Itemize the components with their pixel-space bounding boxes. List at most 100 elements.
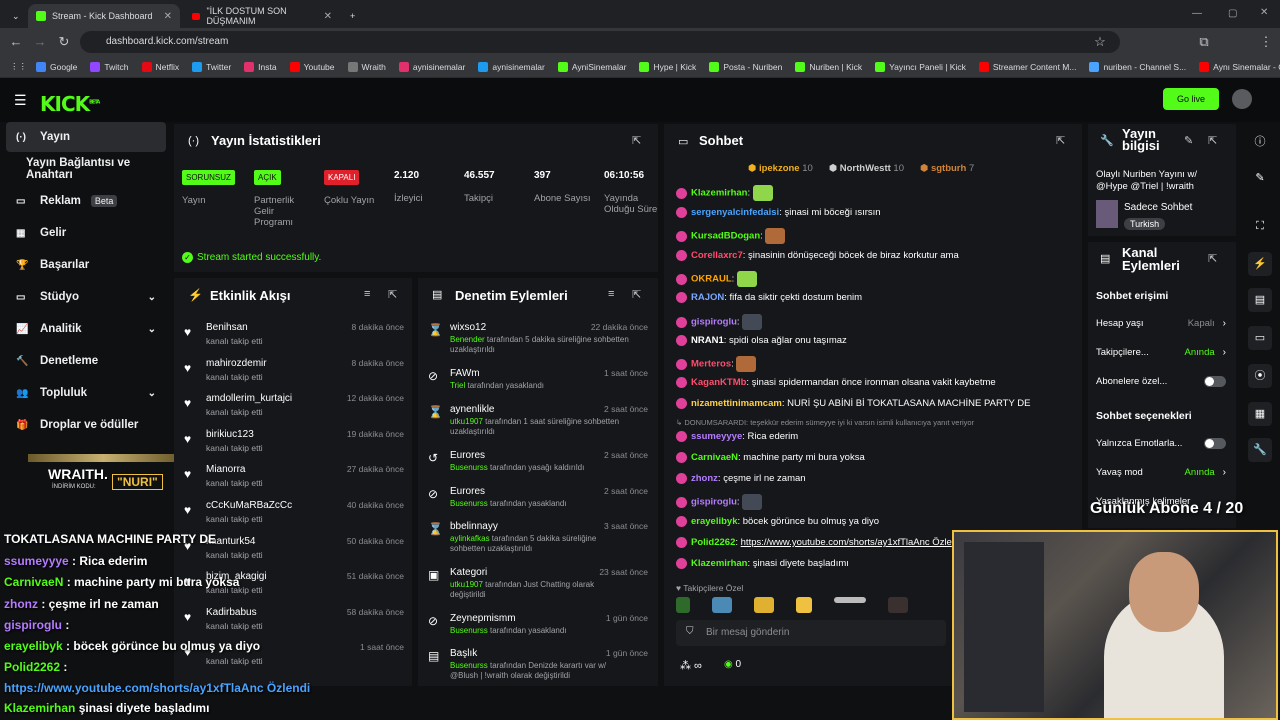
popout-icon[interactable]: ⇱ xyxy=(1208,134,1217,147)
edit-icon[interactable]: ✎ xyxy=(1184,134,1193,147)
chat-message[interactable]: erayelibyk: böcek görünce bu olmuş ya di… xyxy=(676,516,879,527)
popout-icon[interactable]: ⇱ xyxy=(388,288,397,301)
bookmark-item[interactable]: Posta - Nuriben xyxy=(709,61,782,72)
chat-username[interactable]: Klazemirhan xyxy=(691,558,748,569)
extensions-icon[interactable]: ⧉ xyxy=(1196,34,1212,50)
bookmark-item[interactable]: aynisinemalar xyxy=(398,61,465,72)
moderation-row[interactable]: ⊘ Zeynepmismm Busenurss tarafından yasakla… xyxy=(424,613,654,647)
emote-icon[interactable] xyxy=(888,597,908,613)
chat-message[interactable]: zhonz: çeşme irl ne zaman xyxy=(676,473,806,484)
bookmark-item[interactable]: Streamer Content M... xyxy=(978,61,1076,72)
top-gifter[interactable]: ⬢ NorthWestt 10 xyxy=(829,163,904,174)
moderation-row[interactable]: ⊘ Eurores Busenurss tarafından yasaklandı 2… xyxy=(424,486,654,520)
forward-icon[interactable]: → xyxy=(32,34,48,50)
toggle-switch[interactable] xyxy=(1204,376,1226,387)
chat-username[interactable]: RAJON xyxy=(691,292,724,303)
chat-message[interactable]: Klazemirhan: şinasi diyete başladımı xyxy=(676,558,849,569)
chat-username[interactable]: Corellaxrc7 xyxy=(691,250,743,261)
chat-reply-context[interactable]: ↳ DONUMSARARDI: teşekkür ederim sümeyye … xyxy=(676,418,974,427)
sidebar-item-3[interactable]: ▦ Gelir xyxy=(6,218,166,248)
sidebar-item-6[interactable]: 📈 Analitik ⌄ xyxy=(6,314,166,344)
toggle-switch[interactable] xyxy=(1204,438,1226,449)
chat-message[interactable]: sergenyalcinfedaisi: şinasi mi böceği ıs… xyxy=(676,207,881,218)
minimize-icon[interactable]: — xyxy=(1192,8,1202,19)
chat-username[interactable]: KursadBDogan xyxy=(691,231,760,242)
popout-icon[interactable]: ⇱ xyxy=(632,134,641,147)
bookmark-item[interactable]: Youtube xyxy=(289,61,335,72)
chat-message[interactable]: nizamettinimamcam: NURİ ŞU ABİNİ Bİ TOKA… xyxy=(676,398,1030,409)
bookmark-item[interactable]: Netflix xyxy=(141,61,179,72)
moderation-row[interactable]: ⌛ aynenlikle utku1907 tarafından 1 saat sü… xyxy=(424,404,654,438)
broadcast-icon[interactable]: ⦿ xyxy=(1248,364,1272,388)
channel-icon[interactable]: ▦ xyxy=(1248,402,1272,426)
bookmark-item[interactable]: Google xyxy=(36,61,77,72)
emote-icon[interactable] xyxy=(712,597,732,613)
chat-username[interactable]: zhonz xyxy=(691,473,718,484)
reload-icon[interactable]: ↻ xyxy=(56,34,72,50)
users-icon[interactable]: ⁂ ∞ xyxy=(680,659,702,672)
apps-icon[interactable]: ⋮⋮ xyxy=(10,61,27,72)
activity-row[interactable]: ♥ Kadirbabus kanalı takip etti 58 dakika ön… xyxy=(180,607,410,643)
chat-username[interactable]: erayelibyk xyxy=(691,516,737,527)
top-gifter[interactable]: ⬢ sgtburh 7 xyxy=(920,163,974,174)
moderation-row[interactable]: ▣ Kategori utku1907 tarafından Just Chatti… xyxy=(424,567,654,601)
chat-message[interactable]: gispiroglu: xyxy=(676,314,763,330)
chat-username[interactable]: gispiroglu xyxy=(691,497,737,508)
sidebar-item-7[interactable]: 🔨 Denetleme xyxy=(6,346,166,376)
maximize-icon[interactable]: ▢ xyxy=(1228,8,1237,19)
sidebar-item-8[interactable]: 👥 Topluluk ⌄ xyxy=(6,378,166,408)
go-live-button[interactable]: Go live xyxy=(1163,88,1219,110)
sidebar-item-9[interactable]: 🎁 Droplar ve ödüller xyxy=(6,410,166,440)
chat-username[interactable]: nizamettinimamcam xyxy=(691,398,782,409)
bookmark-item[interactable]: Twitter xyxy=(192,61,231,72)
chat-message[interactable]: NRAN1: spidi olsa ağlar onu taşımaz xyxy=(676,335,847,346)
chat-username[interactable]: sergenyalcinfedaisi xyxy=(691,207,779,218)
chat-access-row[interactable]: Takipçilere... Anında › xyxy=(1096,347,1226,358)
emote-icon[interactable] xyxy=(676,597,690,613)
stream-category[interactable]: Sadece Sohbet xyxy=(1124,202,1192,213)
bookmark-item[interactable]: nuriben - Channel S... xyxy=(1089,61,1186,72)
close-icon[interactable]: ✕ xyxy=(164,11,172,22)
menu-icon[interactable]: ⋮ xyxy=(1258,34,1274,50)
chat-message[interactable]: Polid2262: https://www.youtube.com/short… xyxy=(676,537,952,548)
chat-message[interactable]: Merteros: xyxy=(676,356,757,372)
crop-icon[interactable]: ⛶ xyxy=(1248,214,1272,238)
hamburger-menu-icon[interactable]: ☰ xyxy=(14,92,27,109)
new-tab-button[interactable]: + xyxy=(342,4,362,28)
back-icon[interactable]: ← xyxy=(8,34,24,50)
chat-message[interactable]: gispiroglu: xyxy=(676,494,763,510)
sidebar-item-4[interactable]: 🏆 Başarılar xyxy=(6,250,166,280)
document-icon[interactable]: ▤ xyxy=(1248,288,1272,312)
avatar[interactable] xyxy=(1232,89,1252,109)
activity-row[interactable]: ♥ amdollerim_kurtajci kanalı takip etti 12 … xyxy=(180,393,410,429)
activity-row[interactable]: ♥ mahirozdemir kanalı takip etti 8 dakika ö… xyxy=(180,358,410,394)
popout-icon[interactable]: ⇱ xyxy=(632,288,641,301)
chat-message[interactable]: KursadBDogan: xyxy=(676,228,786,244)
sidebar-item-1[interactable]: Yayın Bağlantısı ve Anahtarı xyxy=(6,154,166,184)
popout-icon[interactable]: ⇱ xyxy=(1056,134,1065,147)
bookmark-item[interactable]: Insta xyxy=(244,61,277,72)
moderation-row[interactable]: ⌛ wixso12 Benender tarafından 5 dakika sür… xyxy=(424,322,654,356)
kick-logo[interactable]: KICKBETA xyxy=(40,92,100,116)
bookmark-item[interactable]: aynisinemalar xyxy=(478,61,545,72)
chat-option-row[interactable]: Yalnızca Emotlarla... xyxy=(1096,438,1226,449)
top-gifter[interactable]: ⬢ ipekzone 10 xyxy=(748,163,813,174)
chat-username[interactable]: Polid2262 xyxy=(691,537,735,548)
crown-emote-icon[interactable] xyxy=(796,597,812,613)
activity-row[interactable]: ♥ cCcKuMaRBaZcCc kanalı takip etti 40 dakik… xyxy=(180,500,410,536)
emote-bar[interactable] xyxy=(676,597,936,613)
bookmark-item[interactable]: Yayıncı Paneli | Kick xyxy=(875,61,966,72)
filter-icon[interactable]: ≡ xyxy=(364,288,370,300)
chat-message[interactable]: CarnivaeN: machine party mi bura yoksa xyxy=(676,452,865,463)
chat-username[interactable]: NRAN1 xyxy=(691,335,724,346)
chat-username[interactable]: gispiroglu xyxy=(691,317,737,328)
activity-row[interactable]: ♥ Benihsan kanalı takip etti 8 dakika önce xyxy=(180,322,410,358)
chat-username[interactable]: OKRAUL xyxy=(691,274,732,285)
activity-row[interactable]: ♥ birikiuc123 kanalı takip etti 19 dakika ö… xyxy=(180,429,410,465)
bookmark-item[interactable]: Aynı Sinemalar - Ça... xyxy=(1199,61,1280,72)
chat-access-row[interactable]: Abonelere özel... xyxy=(1096,376,1226,387)
activity-row[interactable]: ♥ Mianorra kanalı takip etti 27 dakika önce xyxy=(180,464,410,500)
moderation-row[interactable]: ⊘ FAWm Triel tarafından yasaklandı 1 saat ö… xyxy=(424,368,654,402)
url-input[interactable]: dashboard.kick.com/stream xyxy=(80,31,1120,53)
chat-username[interactable]: Klazemirhan xyxy=(691,188,748,199)
